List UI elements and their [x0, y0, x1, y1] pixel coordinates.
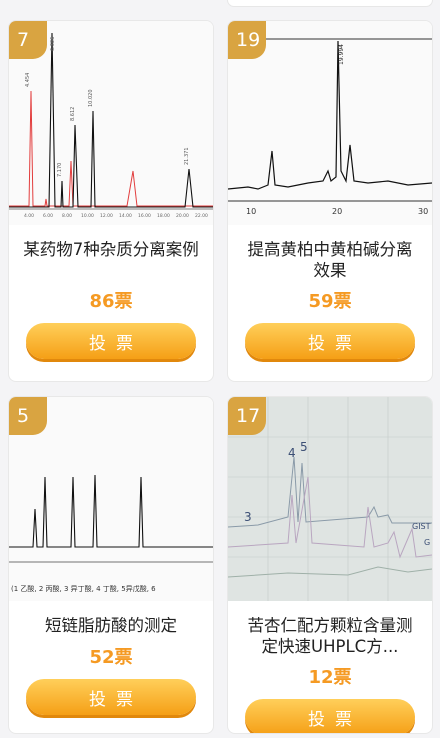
axis-tick: 20: [332, 207, 342, 216]
card-title: 苦杏仁配方颗粒含量测定快速UHPLC方...: [247, 616, 413, 656]
axis-tick: 4.00: [24, 213, 34, 219]
card-title: 某药物7种杂质分离案例: [23, 240, 199, 259]
rank-badge: 5: [9, 397, 47, 435]
rank-badge: 7: [9, 21, 47, 59]
axis-tick: 6.00: [43, 213, 53, 219]
axis-tick: 10: [246, 207, 256, 216]
peak-label: 3: [244, 510, 252, 524]
axis-tick: 20.00: [176, 213, 189, 219]
vote-count: 52票: [89, 647, 133, 668]
vote-card[interactable]: 19.994 10 20 30 19 提高黄柏中黄柏碱分离效果 59票 投票: [227, 20, 433, 382]
side-label: GIST: [412, 522, 431, 531]
peak-label: 10.020: [88, 90, 94, 108]
vote-card[interactable]: 4.454 6.326 7.170 8.612 10.020 21.371 4.…: [8, 20, 214, 382]
vote-card[interactable]: 3 4 5 GIST G 17 苦杏仁配方颗粒含量测定快速UHPLC方... 1…: [227, 396, 433, 734]
axis-tick: 30: [418, 207, 428, 216]
peak-label: 21.371: [184, 148, 190, 166]
vote-button[interactable]: 投票: [26, 679, 196, 715]
axis-tick: 12.00: [100, 213, 113, 219]
vote-card[interactable]: (1 乙酸, 2 丙酸, 3 异丁酸, 4 丁酸, 5异戊酸, 6 5 短链脂肪…: [8, 396, 214, 734]
vote-button[interactable]: 投票: [245, 699, 415, 733]
peak-label: 4.454: [25, 73, 31, 87]
peak-label: 7.170: [57, 163, 63, 177]
chart-caption: (1 乙酸, 2 丙酸, 3 异丁酸, 4 丁酸, 5异戊酸, 6: [11, 584, 156, 593]
peak-label: 5: [300, 440, 308, 454]
side-label: G: [424, 538, 430, 547]
axis-tick: 14.00: [119, 213, 132, 219]
vote-button[interactable]: 投票: [245, 323, 415, 359]
peak-label: 4: [288, 446, 296, 460]
card-title: 短链脂肪酸的测定: [45, 616, 177, 635]
axis-tick: 8.00: [62, 213, 72, 219]
axis-tick: 16.00: [138, 213, 151, 219]
axis-tick: 18.00: [157, 213, 170, 219]
vote-button[interactable]: 投票: [26, 323, 196, 359]
chromatogram-image: 19.994 10 20 30 19: [228, 21, 432, 225]
peak-label: 6.326: [50, 37, 56, 51]
axis-tick: 10.00: [81, 213, 94, 219]
rank-badge: 17: [228, 397, 266, 435]
chromatogram-image: (1 乙酸, 2 丙酸, 3 异丁酸, 4 丁酸, 5异戊酸, 6 5: [9, 397, 213, 601]
vote-count: 12票: [308, 667, 352, 688]
vote-count: 86票: [89, 291, 133, 312]
vote-count: 59票: [308, 291, 352, 312]
peak-label: 8.612: [70, 107, 76, 121]
axis-tick: 22.00: [195, 213, 208, 219]
chromatogram-image: 3 4 5 GIST G 17: [228, 397, 432, 601]
chromatogram-image: 4.454 6.326 7.170 8.612 10.020 21.371 4.…: [9, 21, 213, 225]
card-title: 提高黄柏中黄柏碱分离效果: [247, 240, 413, 280]
peak-label: 19.994: [338, 44, 345, 65]
previous-card-edge: [227, 0, 433, 7]
rank-badge: 19: [228, 21, 266, 59]
